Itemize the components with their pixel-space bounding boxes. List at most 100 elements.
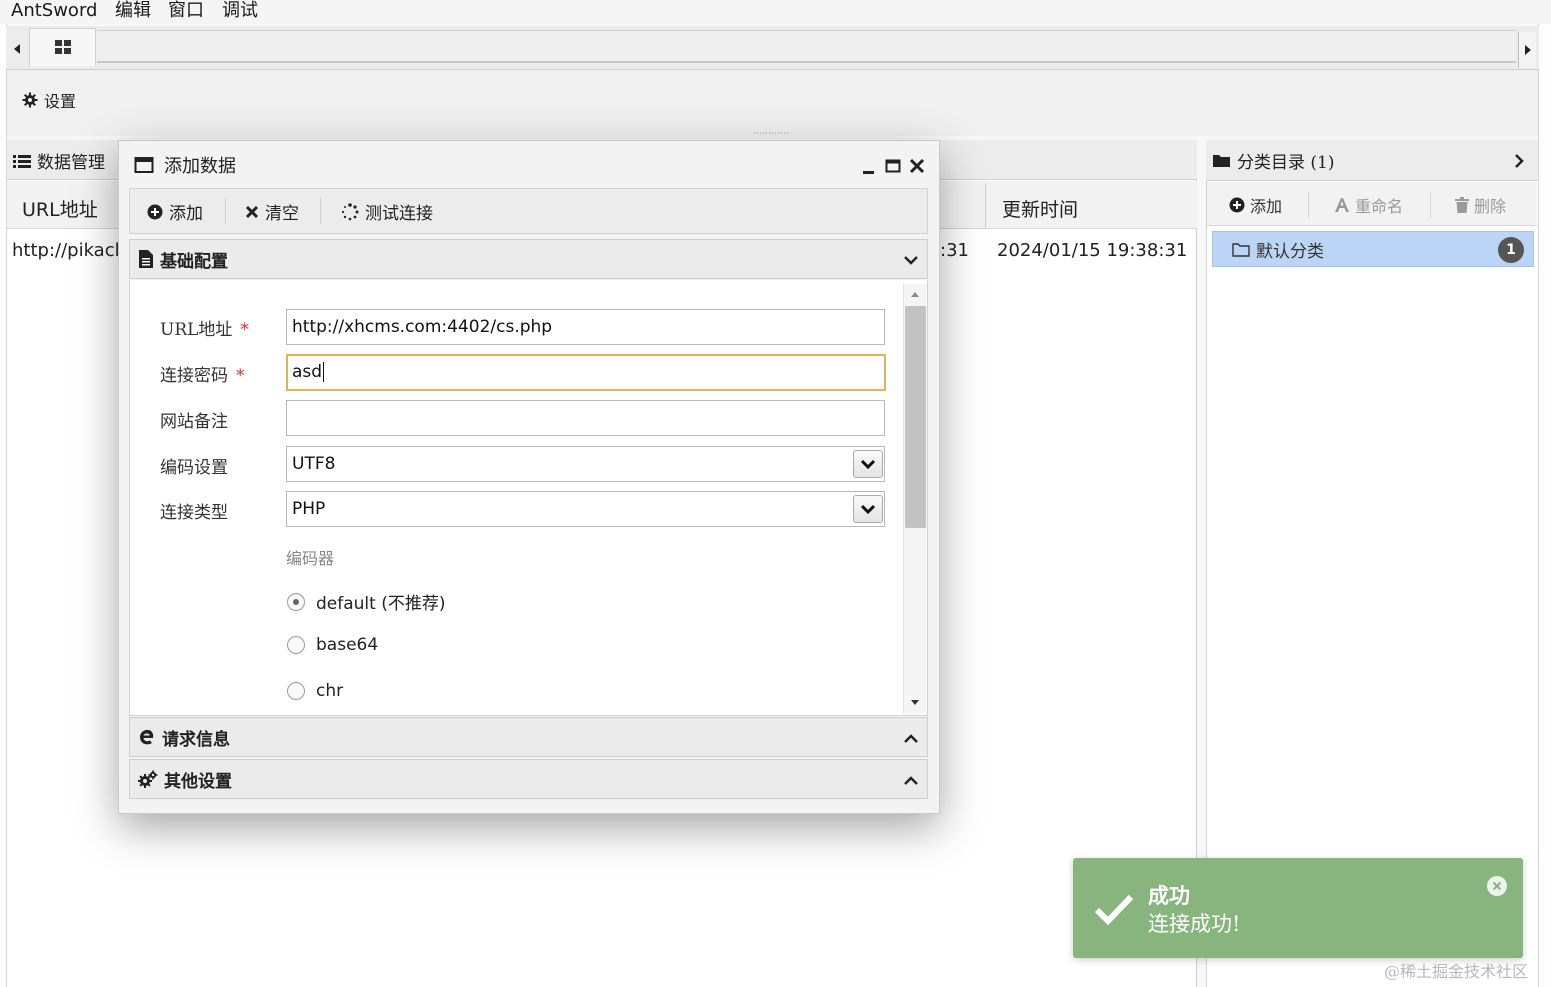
settings-label: 设置	[44, 92, 77, 111]
category-item[interactable]: 默认分类	[1212, 231, 1534, 267]
plus-circle-icon	[1229, 197, 1245, 213]
check-icon	[1093, 891, 1135, 927]
encoder-option-label: chr	[316, 681, 344, 701]
radio-unselected[interactable]	[287, 682, 305, 700]
password-field-label: 连接密码 *	[160, 361, 245, 386]
encoder-group-label: 编码器	[286, 549, 335, 568]
type-select[interactable]: PHP	[286, 491, 885, 527]
encoder-option-chr[interactable]: chr	[287, 681, 343, 701]
success-toast	[1073, 858, 1523, 958]
scrollbar-thumb[interactable]	[905, 306, 926, 528]
section-request-label: 请求信息	[162, 729, 230, 750]
main-toolbar	[7, 70, 1538, 136]
note-label-text: 网站备注	[160, 412, 228, 432]
category-delete-button[interactable]: 删除	[1455, 193, 1506, 217]
column-header-url[interactable]: URL地址	[22, 195, 98, 222]
type-dropdown-button[interactable]	[853, 495, 883, 523]
section-basic-header[interactable]: 基础配置	[129, 239, 928, 279]
toast-message: 连接成功!	[1148, 912, 1241, 936]
chevron-up-icon[interactable]	[903, 774, 919, 788]
grid-icon	[55, 40, 71, 54]
splitter-handle[interactable]	[752, 130, 792, 136]
chevron-up-icon[interactable]	[903, 732, 919, 746]
encoder-option-base64[interactable]: base64	[287, 635, 378, 655]
required-mark: *	[240, 320, 249, 340]
password-label-text: 连接密码	[160, 366, 228, 386]
test-connection-button[interactable]: 测试连接	[341, 199, 433, 224]
toast-title: 成功	[1148, 883, 1190, 908]
tab-scroll-left-icon[interactable]	[10, 40, 24, 58]
toolbar-divider	[320, 198, 321, 224]
window-icon	[134, 155, 154, 175]
encoder-option-label: base64	[316, 635, 379, 655]
dialog-add-button[interactable]: 添加	[147, 199, 203, 224]
x-icon	[245, 205, 259, 218]
dialog-title[interactable]: 添加数据	[164, 152, 236, 178]
close-icon[interactable]	[908, 157, 926, 175]
encoder-option-label: default (不推荐)	[316, 594, 446, 614]
scroll-up-icon[interactable]	[909, 289, 921, 299]
column-divider[interactable]	[985, 183, 986, 229]
table-cell-created[interactable]: :31	[940, 240, 969, 261]
encoder-option-default[interactable]: default (不推荐)	[287, 589, 445, 614]
tab-scroll-right-icon[interactable]	[1518, 32, 1536, 68]
watermark: @稀土掘金技术社区	[1384, 962, 1529, 981]
toolbar-divider	[1308, 192, 1309, 218]
table-cell-url[interactable]: http://pikacl	[12, 240, 120, 261]
table-cell-updated[interactable]: 2024/01/15 19:38:31	[997, 240, 1187, 261]
radio-selected[interactable]	[287, 592, 305, 611]
menu-bar: AntSword 编辑 窗口 调试	[0, 0, 1551, 24]
menu-window[interactable]: 窗口	[168, 0, 204, 22]
minimize-icon[interactable]	[860, 158, 878, 176]
chevron-down-icon[interactable]	[903, 253, 919, 267]
encoding-field-label: 编码设置	[160, 453, 228, 478]
category-delete-label: 删除	[1474, 197, 1507, 216]
category-rename-button[interactable]: 重命名	[1334, 193, 1403, 217]
encoding-dropdown-button[interactable]	[853, 450, 883, 478]
password-input-value: asd	[292, 362, 323, 382]
spinner-icon	[341, 202, 359, 220]
toast-close-icon[interactable]	[1486, 875, 1508, 897]
text-caret	[323, 362, 325, 382]
folder-icon	[1213, 155, 1230, 167]
document-icon	[139, 250, 153, 268]
scroll-down-icon[interactable]	[909, 698, 921, 708]
data-management-title: 数据管理	[13, 148, 105, 173]
settings-button[interactable]: 设置	[22, 88, 76, 112]
category-add-button[interactable]: 添加	[1229, 193, 1282, 217]
plus-circle-icon	[147, 204, 163, 219]
tab-strip	[97, 30, 1516, 63]
menu-debug[interactable]: 调试	[222, 0, 258, 22]
list-icon	[13, 154, 31, 168]
category-rename-label: 重命名	[1355, 197, 1404, 216]
menu-edit[interactable]: 编辑	[115, 0, 151, 22]
dialog-clear-button[interactable]: 清空	[245, 199, 299, 224]
category-title: 分类目录 (1)	[1213, 148, 1334, 173]
home-tab[interactable]	[29, 28, 96, 66]
toolbar-divider	[1430, 192, 1431, 218]
data-management-label: 数据管理	[37, 153, 105, 173]
section-other-header[interactable]: 其他设置	[129, 759, 928, 799]
gear-icon	[22, 92, 38, 108]
chevron-right-icon[interactable]	[1512, 153, 1526, 169]
category-count-badge: 1	[1498, 237, 1524, 263]
section-request-header[interactable]: 请求信息	[129, 717, 928, 757]
chevron-down-icon	[860, 459, 876, 470]
maximize-icon[interactable]	[884, 157, 902, 175]
folder-outline-icon	[1232, 242, 1250, 257]
encoding-label-text: 编码设置	[160, 458, 228, 478]
note-input[interactable]	[286, 400, 885, 436]
url-input[interactable]: http://xhcms.com:4402/cs.php	[286, 309, 885, 345]
ie-icon	[140, 729, 154, 745]
dialog-add-label: 添加	[169, 204, 203, 224]
menu-antsword[interactable]: AntSword	[11, 0, 97, 22]
trash-icon	[1455, 197, 1469, 213]
font-icon	[1335, 198, 1349, 212]
category-title-label: 分类目录 (1)	[1237, 153, 1335, 173]
encoding-select[interactable]: UTF8	[286, 446, 885, 482]
category-add-label: 添加	[1250, 197, 1283, 216]
radio-unselected[interactable]	[287, 636, 305, 654]
column-header-updated[interactable]: 更新时间	[1002, 195, 1078, 222]
chevron-down-icon	[860, 504, 876, 515]
password-input[interactable]: asd	[286, 354, 886, 391]
